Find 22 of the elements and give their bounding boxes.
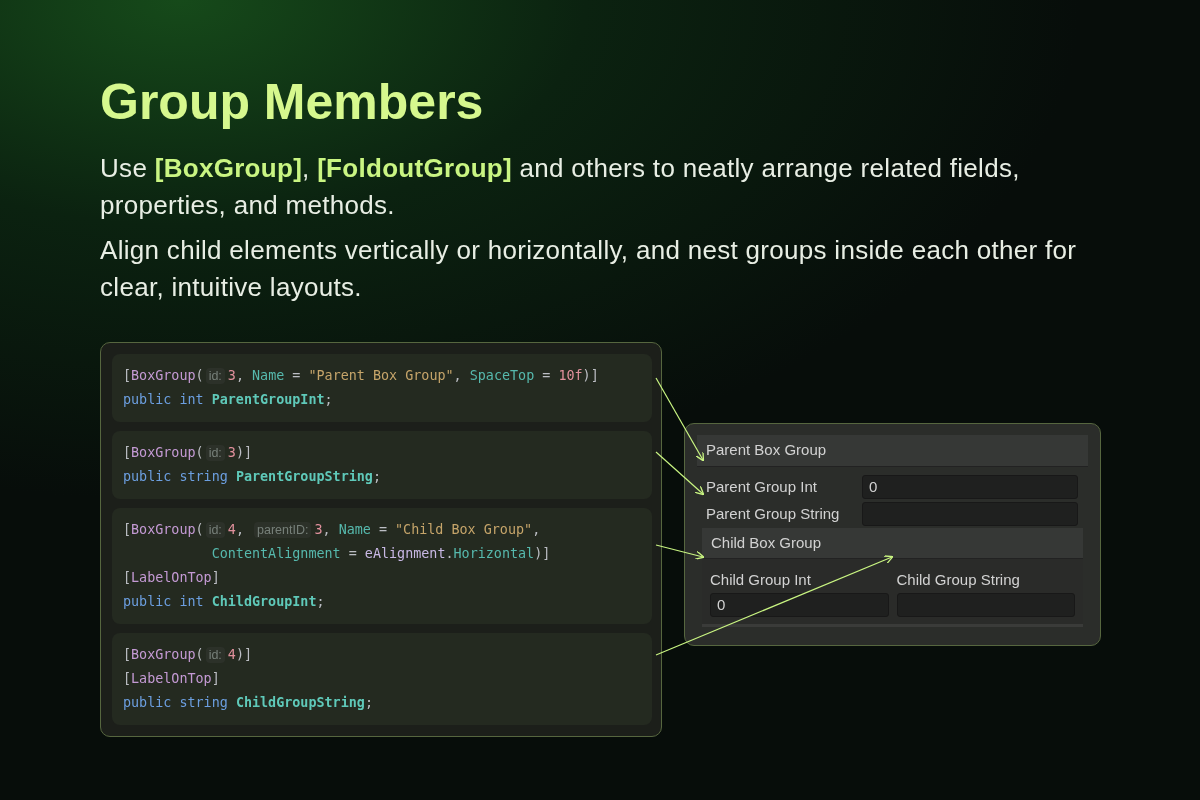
field-label: Child Group Int (710, 570, 812, 590)
field-label: Child Group String (896, 570, 1021, 590)
group-header: Child Box Group (702, 527, 1083, 559)
code-line: [LabelOnTop] (123, 569, 221, 587)
code-line: [BoxGroup( id: 4)] (123, 646, 253, 665)
description-text: Align child elements vertically or horizontally, and nest groups inside each other for clear, intuitive layouts. (100, 234, 1078, 304)
field-label: Parent Group String (706, 503, 841, 524)
code-line: public int ParentGroupInt; (123, 391, 334, 409)
description-text: Use [BoxGroup], [FoldoutGroup] and others to neatly arrange related fields, properties, and methods. (100, 152, 1021, 222)
code-line: public string ChildGroupString; (123, 694, 374, 712)
input-field[interactable]: 0 (710, 593, 889, 617)
code-line: [BoxGroup( id: 3, Name = "Parent Box Group", SpaceTop = 10f)] (123, 367, 600, 386)
group-header: Parent Box Group (697, 435, 1088, 467)
field-label: Parent Group Int (706, 476, 818, 497)
code-line: public string ParentGroupString; (123, 468, 382, 486)
code-line: ContentAlignment = eAlignment.Horizontal)] (210, 545, 552, 563)
code-line: [BoxGroup( id: 3)] (123, 444, 253, 463)
code-line: public int ChildGroupInt; (123, 593, 326, 611)
heading: Group Members (100, 73, 485, 132)
input-field[interactable]: 0 (862, 474, 1078, 499)
code-line: [LabelOnTop] (123, 670, 221, 688)
code-line: [BoxGroup( id: 4, parentID: 3, Name = "Child Box Group", (123, 521, 542, 540)
